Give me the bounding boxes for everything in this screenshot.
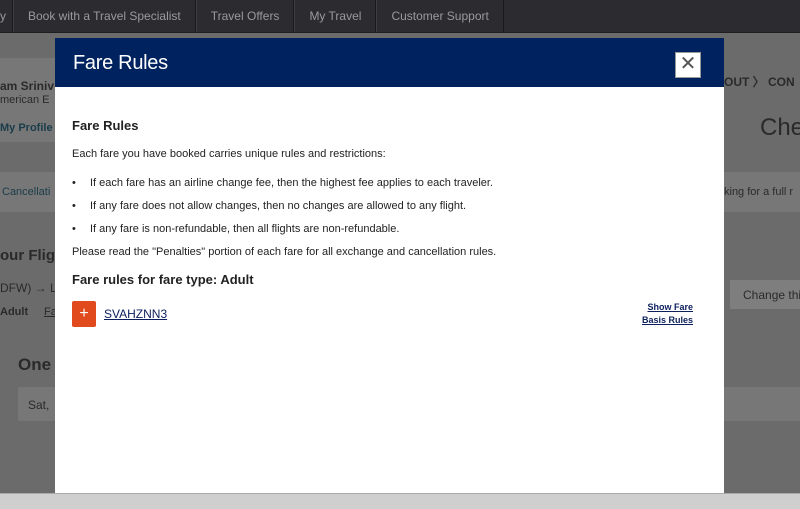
nav-item-travel-offers[interactable]: Travel Offers (195, 0, 295, 32)
company-name: merican E (0, 94, 50, 106)
modal-title: Fare Rules (73, 52, 168, 74)
close-button[interactable]: ✕ (675, 52, 701, 78)
checkout-heading: Che (760, 114, 800, 141)
nav-item-customer-support[interactable]: Customer Support (376, 0, 504, 32)
fare-code-link[interactable]: SVAHZNN3 (101, 307, 167, 321)
fare-link[interactable]: Fa (44, 306, 55, 318)
penalties-note: Please read the "Penalties" portion of e… (72, 246, 497, 258)
nav-item[interactable]: y (0, 0, 13, 32)
close-icon: ✕ (679, 53, 697, 75)
horizontal-scrollbar[interactable] (0, 493, 800, 509)
one-way-heading: One (18, 355, 52, 374)
change-button-label: Change thi (743, 288, 800, 302)
fare-type-heading: Fare rules for fare type: Adult (72, 272, 254, 287)
my-profile-link[interactable]: My Profile (0, 122, 55, 134)
fare-rules-modal: Fare Rules ✕ Fare Rules Each fare you ha… (55, 38, 724, 494)
cancellation-text: Cancellati (2, 186, 51, 198)
plus-icon: + (79, 305, 89, 322)
modal-body: Fare Rules Each fare you have booked car… (55, 87, 724, 327)
rule-item: If any fare is non-refundable, then all … (72, 223, 707, 235)
route: DFW) → L (0, 281, 55, 295)
fare-row: + SVAHZNN3 Show Fare Basis Rules (72, 301, 707, 327)
modal-header: Fare Rules ✕ (55, 38, 724, 87)
your-flight-heading: our Flig (0, 247, 55, 264)
section-heading: Fare Rules (72, 118, 139, 133)
rule-item: If each fare has an airline change fee, … (72, 177, 707, 189)
nav-item-my-travel[interactable]: My Travel (294, 0, 377, 32)
rules-list: If each fare has an airline change fee, … (72, 177, 707, 235)
looking-text: king for a full r (724, 186, 794, 198)
user-name: am Sriniv (0, 79, 55, 93)
show-rules-line2: Basis Rules (641, 315, 693, 325)
expand-button[interactable]: + (72, 301, 96, 327)
date-text: Sat, (28, 398, 50, 412)
nav-item-travel-specialist[interactable]: Book with a Travel Specialist (13, 0, 196, 32)
passenger-type: Adult (0, 306, 29, 318)
rule-item: If any fare does not allow changes, then… (72, 200, 707, 212)
intro-text: Each fare you have booked carries unique… (72, 148, 386, 160)
checkout-steps: OUT 〉 CON (724, 75, 795, 89)
show-fare-basis-rules-link[interactable]: Show Fare Basis Rules (642, 301, 693, 327)
show-rules-line1: Show Fare (647, 302, 693, 312)
top-nav: y Book with a Travel Specialist Travel O… (0, 0, 800, 33)
